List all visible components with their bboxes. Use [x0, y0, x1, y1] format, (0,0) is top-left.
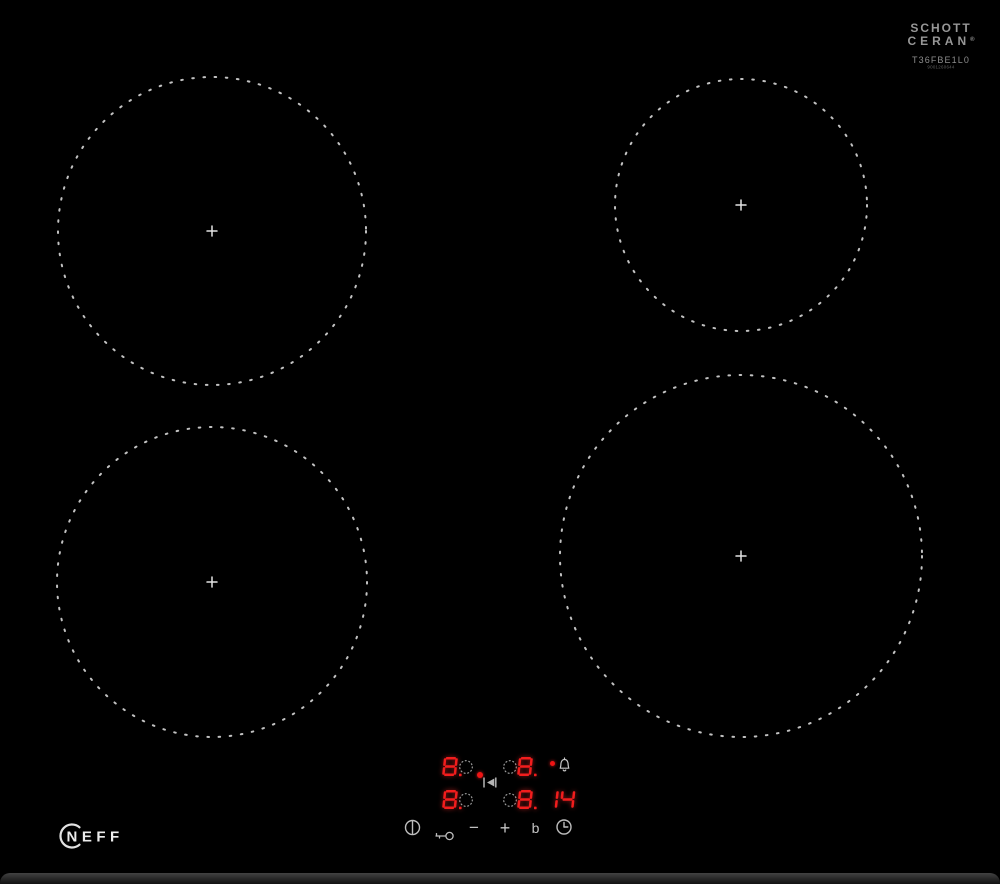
heat-level-display-back-right: [518, 757, 545, 777]
touch-controls: − + b: [400, 816, 590, 842]
cooking-zone-front-left: [57, 427, 367, 737]
neff-logo-text: NEFF: [67, 829, 124, 846]
schott-ceran-badge: SCHOTT CERAN® T36FBE1L0 9001260644: [896, 22, 986, 73]
timer-active-dot: [550, 761, 555, 766]
cooking-zone-back-left: [58, 77, 366, 385]
clock-icon[interactable]: [554, 817, 574, 837]
zone-center-cross-icon: [736, 200, 746, 210]
zone-select-indicator: [502, 759, 518, 775]
timer-b-icon[interactable]: b: [526, 818, 545, 837]
neff-logo: NEFF: [56, 822, 142, 850]
hob-front-edge: [0, 873, 1000, 884]
power-icon[interactable]: [403, 818, 422, 837]
zone-select-indicator: [458, 759, 474, 775]
cooking-zone-front-right: [560, 375, 922, 737]
ceran-text: CERAN®: [896, 34, 986, 47]
minus-icon[interactable]: −: [464, 818, 484, 837]
timer-display: [544, 790, 582, 810]
zone-select-indicator: [502, 792, 518, 808]
schott-text: SCHOTT: [896, 22, 986, 34]
plus-icon[interactable]: +: [495, 818, 515, 837]
cooking-zone-back-right: [615, 79, 867, 331]
serial-number: 9001260644: [916, 65, 966, 69]
key-lock-icon[interactable]: [433, 829, 455, 843]
zone-select-indicator: [458, 792, 474, 808]
bridge-zone-icon: [483, 777, 497, 788]
zone-center-cross-icon: [207, 226, 217, 236]
zone-center-cross-icon: [207, 577, 217, 587]
zone-center-cross-icon: [736, 551, 746, 561]
registered-mark: ®: [970, 37, 974, 43]
hob-surface: − + b NEFF SCHOTT CERAN® T36FBE1L0 90012…: [0, 0, 1000, 884]
heat-level-display-front-right: [518, 790, 545, 810]
bell-icon: [558, 756, 571, 775]
control-display: [438, 752, 613, 816]
